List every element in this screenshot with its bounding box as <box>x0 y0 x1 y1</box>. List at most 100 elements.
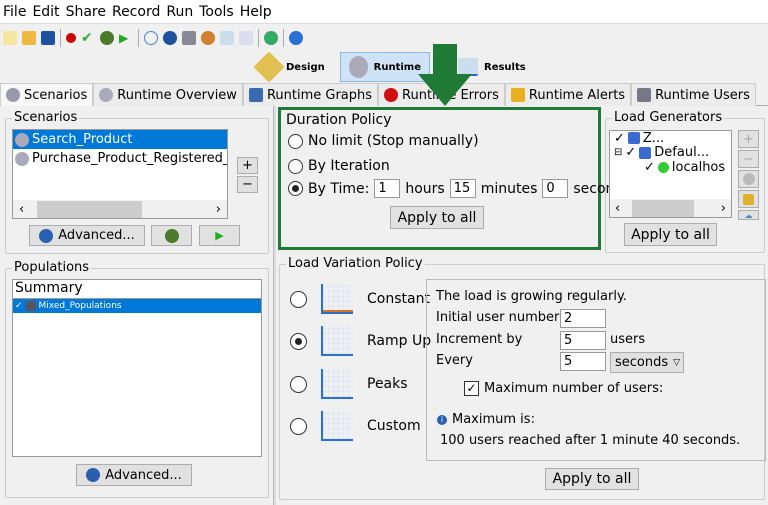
tree-node-localhost[interactable]: ✓ localhos <box>610 160 731 175</box>
load-option-custom[interactable]: Custom <box>290 411 421 441</box>
play-icon[interactable]: ▶ <box>119 31 133 45</box>
remove-generator-button[interactable]: − <box>738 150 759 168</box>
menu-run[interactable]: Run <box>166 4 193 20</box>
search-doc-icon[interactable] <box>220 31 234 45</box>
tab-runtime-graphs[interactable]: Runtime Graphs <box>242 83 379 106</box>
load-variation-title: Load Variation Policy <box>286 256 425 271</box>
report-icon[interactable] <box>239 31 253 45</box>
seconds-input[interactable]: 0 <box>542 179 569 198</box>
node-label: Defaul... <box>654 145 710 160</box>
scroll-thumb[interactable] <box>632 199 694 217</box>
no-limit-option[interactable]: No limit (Stop manually) <box>288 133 479 149</box>
save-icon[interactable] <box>41 31 55 45</box>
scenario-label: Purchase_Product_Registered_U <box>32 151 227 166</box>
scroll-left-icon[interactable]: ‹ <box>19 202 24 217</box>
check-icon[interactable]: ✓ <box>15 301 23 311</box>
menu-help[interactable]: Help <box>240 4 272 20</box>
duration-apply-button[interactable]: Apply to all <box>390 206 484 229</box>
perspective-runtime[interactable]: Runtime <box>340 52 430 82</box>
design-icon <box>253 51 285 83</box>
cloud-icon[interactable] <box>144 31 158 45</box>
tab-runtime-users[interactable]: Runtime Users <box>631 83 756 106</box>
initial-user-input[interactable]: 2 <box>560 309 606 328</box>
load-option-constant[interactable]: Constant <box>290 284 430 314</box>
scenario-item[interactable]: Purchase_Product_Registered_U <box>13 149 227 168</box>
max-users-checkbox[interactable]: ✓ Maximum number of users: <box>464 381 663 396</box>
scroll-right-icon[interactable]: › <box>216 202 221 217</box>
help-icon[interactable] <box>289 31 303 45</box>
populations-list[interactable]: Summary ✓ Mixed_Populations <box>12 279 262 457</box>
scroll-left-icon[interactable]: ‹ <box>615 201 620 216</box>
bug-icon[interactable] <box>100 31 114 45</box>
population-item[interactable]: ✓ Mixed_Populations <box>13 299 261 313</box>
radio[interactable] <box>290 332 307 350</box>
record-icon[interactable] <box>66 33 76 43</box>
hours-input[interactable]: 1 <box>374 179 401 198</box>
radio[interactable] <box>288 158 303 174</box>
menu-file[interactable]: File <box>3 4 26 20</box>
tab-scenarios[interactable]: Scenarios <box>0 83 94 106</box>
by-time-option[interactable]: By Time: 1 hours 15 minutes 0 seconds <box>288 179 631 198</box>
check-icon[interactable]: ✔ <box>81 31 95 45</box>
menu-share[interactable]: Share <box>66 4 106 20</box>
run-button[interactable]: ▶ <box>199 225 240 246</box>
perspective-design[interactable]: Design <box>250 51 333 83</box>
every-input[interactable]: 5 <box>560 352 606 371</box>
open-icon[interactable] <box>22 31 36 45</box>
wrench-icon <box>39 228 54 243</box>
radio[interactable] <box>290 290 307 308</box>
award-icon[interactable] <box>201 31 215 45</box>
debug-button[interactable] <box>151 225 192 246</box>
remove-scenario-button[interactable]: − <box>237 176 258 193</box>
load-generators-tree[interactable]: ✓ Z... ⊟ ✓ Defaul... ✓ localhos ‹ › <box>609 130 732 218</box>
tab-runtime-alerts[interactable]: Runtime Alerts <box>504 83 632 106</box>
tree-node-zone[interactable]: ✓ Z... <box>610 131 731 146</box>
time-unit-select[interactable]: seconds ▽ <box>610 352 684 373</box>
add-scenario-button[interactable]: + <box>237 157 258 174</box>
load-option-ramp-up[interactable]: Ramp Up <box>290 326 431 356</box>
fx-icon[interactable] <box>163 31 177 45</box>
time-unit-value: seconds <box>615 355 669 370</box>
scenarios-list[interactable]: Search_Product Purchase_Product_Register… <box>12 129 228 219</box>
minutes-label: minutes <box>480 180 538 197</box>
sync-icon[interactable] <box>264 31 278 45</box>
load-apply-button[interactable]: Apply to all <box>545 468 639 490</box>
by-iteration-option[interactable]: By Iteration <box>288 158 390 174</box>
cloud-button[interactable]: ☁ <box>738 210 759 220</box>
check-icon[interactable]: ✓ <box>625 145 636 160</box>
peaks-chart-icon <box>321 369 353 399</box>
load-option-peaks[interactable]: Peaks <box>290 369 408 399</box>
menu-edit[interactable]: Edit <box>32 4 59 20</box>
tree-node-default[interactable]: ⊟ ✓ Defaul... <box>610 145 731 160</box>
generators-apply-button[interactable]: Apply to all <box>624 223 717 246</box>
scenario-item[interactable]: Search_Product <box>13 130 227 149</box>
checkbox[interactable]: ✓ <box>464 381 479 396</box>
check-icon[interactable]: ✓ <box>644 160 655 175</box>
refresh-generators-button[interactable] <box>738 190 759 208</box>
increment-input[interactable]: 5 <box>560 331 606 350</box>
menu-record[interactable]: Record <box>112 4 160 20</box>
split-divider[interactable] <box>273 106 276 505</box>
new-icon[interactable] <box>3 31 17 45</box>
populations-advanced-button[interactable]: Advanced... <box>76 464 192 486</box>
generator-settings-button[interactable] <box>738 170 759 188</box>
server-icon[interactable] <box>182 31 196 45</box>
menu-tools[interactable]: Tools <box>199 4 234 20</box>
radio[interactable] <box>290 375 307 393</box>
check-icon[interactable]: ✓ <box>614 131 625 146</box>
scroll-right-icon[interactable]: › <box>721 201 726 216</box>
option-label: Peaks <box>367 376 408 392</box>
minutes-input[interactable]: 15 <box>449 179 476 198</box>
radio[interactable] <box>288 133 303 149</box>
collapse-icon[interactable]: ⊟ <box>614 147 622 158</box>
maximum-info: i Maximum is: <box>437 412 535 427</box>
horizontal-scrollbar[interactable]: ‹ › <box>610 199 731 217</box>
horizontal-scrollbar[interactable]: ‹ › <box>13 200 227 218</box>
radio[interactable] <box>288 181 303 196</box>
radio[interactable] <box>290 417 307 435</box>
add-generator-button[interactable]: + <box>738 130 759 148</box>
tab-runtime-overview[interactable]: Runtime Overview <box>93 83 243 106</box>
users-icon <box>637 88 652 102</box>
scenarios-advanced-button[interactable]: Advanced... <box>29 225 145 246</box>
scroll-thumb[interactable] <box>37 200 142 218</box>
